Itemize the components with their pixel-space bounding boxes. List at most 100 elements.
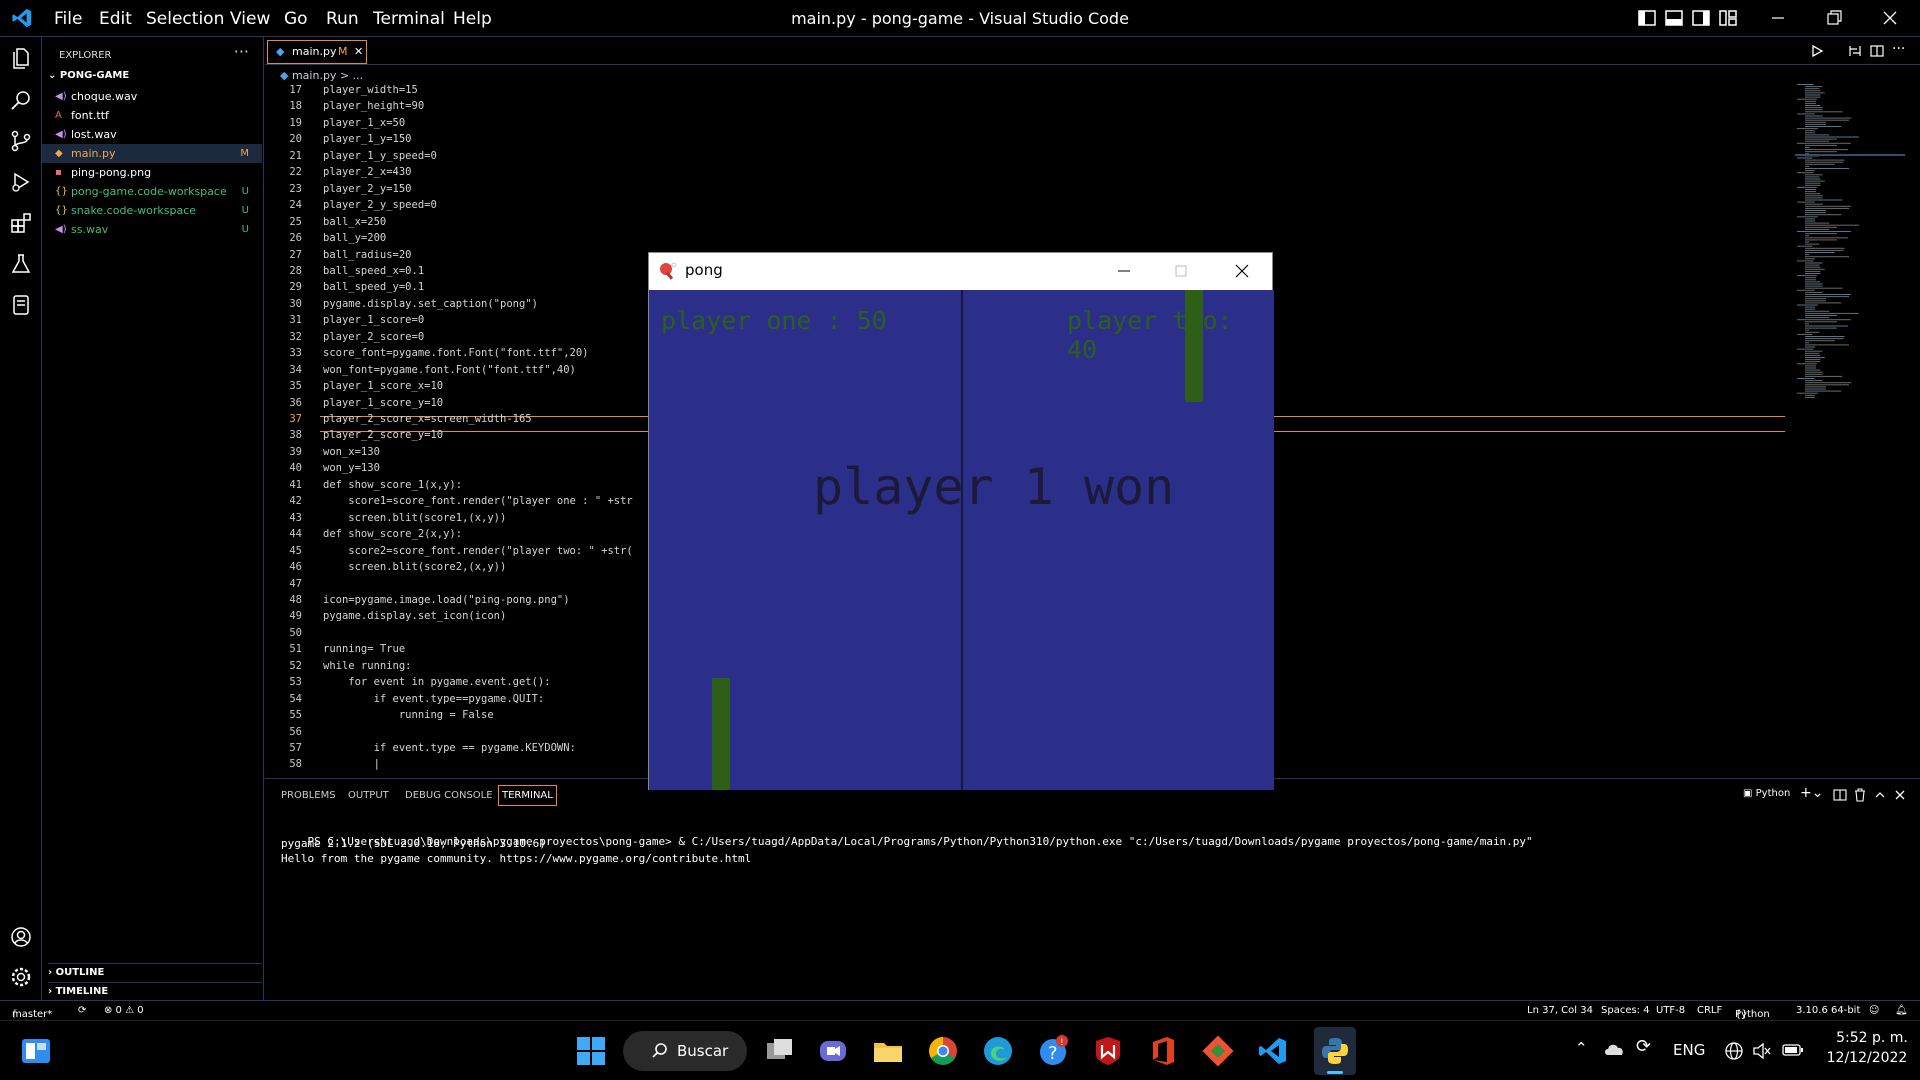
chrome-icon[interactable] xyxy=(927,1035,959,1067)
code-line[interactable]: ball_speed_y=0.1 xyxy=(323,281,424,293)
editor-more-icon[interactable]: ··· xyxy=(1892,41,1905,57)
source-control-icon[interactable] xyxy=(9,129,33,153)
git-icon[interactable] xyxy=(1202,1035,1234,1067)
open-changes-icon[interactable] xyxy=(1847,44,1863,58)
code-line[interactable]: ball_y=200 xyxy=(323,232,386,244)
edge-icon[interactable] xyxy=(982,1035,1014,1067)
code-line[interactable]: ball_x=250 xyxy=(323,216,386,228)
clock-time[interactable]: 5:52 p. m. xyxy=(1832,1030,1912,1046)
trash-icon[interactable] xyxy=(1853,788,1867,802)
onedrive-cloud-icon[interactable] xyxy=(1603,1041,1625,1057)
pong-game-window[interactable]: pong player one : 50 player two: 40 play… xyxy=(648,252,1274,790)
close-icon[interactable] xyxy=(1233,262,1251,280)
notifications-bell-icon[interactable]: 🔔︎ xyxy=(1895,1005,1908,1016)
minimize-icon[interactable] xyxy=(1768,8,1788,28)
code-line[interactable]: player_2_x=430 xyxy=(323,166,412,178)
tab-terminal[interactable]: TERMINAL xyxy=(498,785,557,806)
new-terminal-icon[interactable]: +⌄ xyxy=(1800,785,1823,801)
code-line[interactable]: if event.type == pygame.KEYDOWN: xyxy=(323,742,576,754)
python-app-active[interactable] xyxy=(1314,1027,1356,1075)
accounts-icon[interactable] xyxy=(9,925,33,949)
minimap[interactable] xyxy=(1795,84,1910,414)
settings-gear-icon[interactable] xyxy=(9,965,33,989)
code-line[interactable]: player_1_score=0 xyxy=(323,314,424,326)
volume-muted-icon[interactable] xyxy=(1752,1041,1772,1061)
file-main-py[interactable]: ◆ main.py M xyxy=(42,144,262,163)
chevron-up-icon[interactable]: ⌃ xyxy=(1575,1039,1588,1057)
extensions-icon[interactable] xyxy=(9,211,33,235)
outline-section[interactable]: › OUTLINE xyxy=(48,963,262,978)
code-line[interactable]: won_font=pygame.font.Font("font.ttf",40) xyxy=(323,364,576,376)
split-editor-icon[interactable] xyxy=(1869,44,1885,58)
indentation[interactable]: Spaces: 4 xyxy=(1601,1005,1650,1016)
code-line[interactable]: | xyxy=(323,758,380,770)
code-line[interactable]: player_2_score_y=10 xyxy=(323,429,443,441)
maximize-panel-icon[interactable] xyxy=(1873,788,1887,802)
code-line[interactable]: pygame.display.set_icon(icon) xyxy=(323,610,506,622)
windows-start-icon[interactable] xyxy=(575,1035,607,1067)
file-ping-pong-png[interactable]: ▪ ping-pong.png xyxy=(42,163,262,182)
code-line[interactable]: score_font=pygame.font.Font("font.ttf",2… xyxy=(323,347,589,359)
toggle-secondary-sidebar-icon[interactable] xyxy=(1691,8,1711,28)
folder-pong-game[interactable]: ⌄ PONG-GAME xyxy=(48,70,129,81)
get-help-icon[interactable]: ?! xyxy=(1037,1035,1069,1067)
code-line[interactable]: for event in pygame.event.get(): xyxy=(323,676,550,688)
feedback-icon[interactable]: ☺ xyxy=(1869,1005,1879,1016)
code-line[interactable]: score2=score_font.render("player two: " … xyxy=(323,545,632,557)
vscode-taskbar-icon[interactable] xyxy=(1257,1035,1289,1067)
code-line[interactable]: running = False xyxy=(323,709,494,721)
mcafee-icon[interactable] xyxy=(1092,1035,1124,1067)
customize-layout-icon[interactable] xyxy=(1718,8,1738,28)
tab-output[interactable]: OUTPUT xyxy=(348,790,389,801)
file-font-ttf[interactable]: A font.ttf xyxy=(42,106,262,125)
encoding[interactable]: UTF-8 xyxy=(1656,1005,1685,1016)
toggle-sidebar-icon[interactable] xyxy=(1637,8,1657,28)
tab-main-py[interactable]: ◆ main.py M ✕ xyxy=(267,40,367,64)
more-actions-icon[interactable]: ··· xyxy=(234,42,249,61)
sync-icon[interactable]: ⟳ xyxy=(78,1005,86,1016)
code-line[interactable]: player_2_score=0 xyxy=(323,331,424,343)
split-terminal-icon[interactable] xyxy=(1833,788,1847,802)
breadcrumb[interactable]: ◆ main.py > ... xyxy=(280,69,363,82)
timeline-section[interactable]: › TIMELINE xyxy=(48,982,262,997)
teams-chat-icon[interactable] xyxy=(817,1035,849,1067)
terminal-shell-selector[interactable]: ▣ Python xyxy=(1743,788,1790,799)
code-line[interactable]: def show_score_2(x,y): xyxy=(323,528,462,540)
tab-close-icon[interactable]: ✕ xyxy=(354,41,363,63)
code-line[interactable]: ball_speed_x=0.1 xyxy=(323,265,424,277)
code-line[interactable]: player_1_y_speed=0 xyxy=(323,150,437,162)
problems-count[interactable]: ⊗ 0 ⚠ 0 xyxy=(104,1005,144,1016)
tab-problems[interactable]: PROBLEMS xyxy=(281,790,336,801)
python-interpreter[interactable]: 3.10.6 64-bit xyxy=(1796,1005,1860,1016)
restore-icon[interactable] xyxy=(1824,8,1844,28)
end-of-line[interactable]: CRLF xyxy=(1697,1005,1722,1016)
code-line[interactable]: if event.type==pygame.QUIT: xyxy=(323,693,545,705)
minimize-icon[interactable] xyxy=(1115,262,1133,280)
cursor-position[interactable]: Ln 37, Col 34 xyxy=(1527,1005,1593,1016)
code-line[interactable]: def show_score_1(x,y): xyxy=(323,479,462,491)
input-language[interactable]: ENG xyxy=(1673,1041,1705,1059)
file-snake-workspace[interactable]: {} snake.code-workspace U xyxy=(42,201,262,220)
code-line[interactable]: icon=pygame.image.load("ping-pong.png") xyxy=(323,594,570,606)
code-line[interactable]: player_2_y_speed=0 xyxy=(323,199,437,211)
search-icon[interactable] xyxy=(9,88,33,112)
task-view-icon[interactable] xyxy=(764,1035,796,1067)
code-line[interactable]: player_1_score_x=10 xyxy=(323,380,443,392)
run-python-file-icon[interactable] xyxy=(1810,44,1826,58)
file-pong-game-workspace[interactable]: {} pong-game.code-workspace U xyxy=(42,182,262,201)
code-line[interactable]: while running: xyxy=(323,660,412,672)
office-icon[interactable] xyxy=(1147,1035,1179,1067)
tab-debug-console[interactable]: DEBUG CONSOLE xyxy=(405,790,493,801)
code-line[interactable]: player_1_x=50 xyxy=(323,117,405,129)
code-line[interactable]: screen.blit(score2,(x,y)) xyxy=(323,561,506,573)
maximize-icon[interactable] xyxy=(1172,262,1190,280)
file-lost-wav[interactable]: ◀) lost.wav xyxy=(42,125,262,144)
close-panel-icon[interactable] xyxy=(1893,788,1907,802)
code-line[interactable]: ball_radius=20 xyxy=(323,249,412,261)
taskbar-search[interactable]: Buscar xyxy=(623,1031,747,1071)
code-line[interactable]: pygame.display.set_caption("pong") xyxy=(323,298,538,310)
close-icon[interactable] xyxy=(1880,8,1900,28)
code-line[interactable]: won_y=130 xyxy=(323,462,380,474)
code-line[interactable]: player_1_y=150 xyxy=(323,133,412,145)
code-line[interactable]: player_2_score_x=screen_width-165 xyxy=(323,413,532,425)
